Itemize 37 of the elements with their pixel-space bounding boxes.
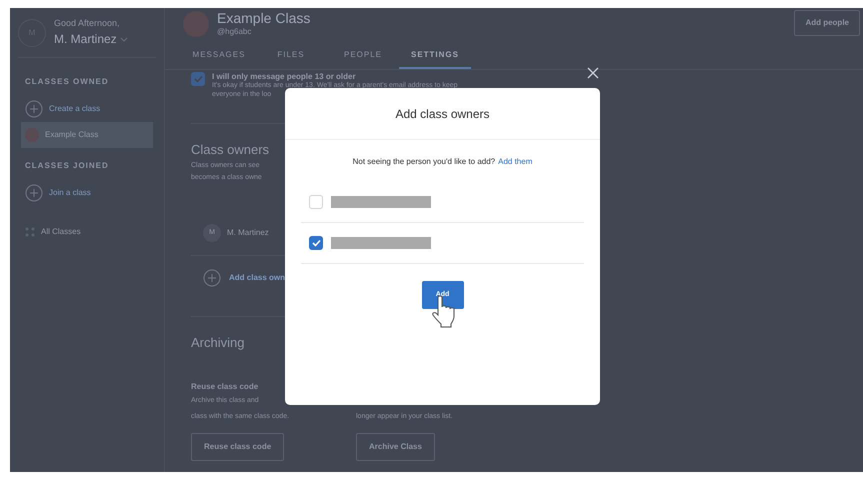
tab[interactable]: FILES	[255, 49, 327, 69]
class-code: @hg6abc	[217, 26, 252, 38]
add-owner-link[interactable]: Add class own	[229, 272, 286, 284]
class-title: Example Class	[217, 10, 310, 26]
section-heading: CLASSES JOINED	[25, 160, 110, 172]
sidebar-item[interactable]: Example Class	[21, 122, 153, 148]
close-icon[interactable]	[587, 67, 599, 79]
prompt-text: Not seeing the person you'd like to add?	[352, 156, 496, 168]
plus-circle-icon	[203, 268, 221, 286]
section-title: Class owners	[191, 141, 270, 159]
greeting-text: Good Afternoon,	[54, 16, 121, 30]
check-icon	[194, 75, 202, 83]
modal-title: Add class owners	[395, 106, 490, 122]
check-icon	[312, 239, 320, 247]
reuse-class-code-button[interactable]: Reuse class code	[191, 433, 284, 461]
checkbox[interactable]	[309, 195, 323, 209]
all-classes-link[interactable]: All Classes	[41, 226, 81, 238]
tab[interactable]: SETTINGS	[399, 49, 471, 69]
owner-name: M. Martinez	[227, 227, 269, 239]
checkbox[interactable]	[309, 236, 323, 250]
user-name[interactable]: M. Martinez	[54, 30, 117, 48]
tab[interactable]: PEOPLE	[327, 49, 399, 69]
add-them-link[interactable]: Add them	[498, 156, 532, 168]
sidebar-item[interactable]: Join a class	[21, 180, 153, 206]
archive-class-button[interactable]: Archive Class	[356, 433, 435, 461]
section-title: Archiving	[191, 334, 244, 352]
subsection-title: Reuse class code	[191, 381, 258, 393]
grid-dots-icon	[25, 227, 35, 237]
add-people-button[interactable]: Add people	[794, 10, 860, 36]
plus-circle-icon	[25, 100, 43, 118]
section-heading: CLASSES OWNED	[25, 76, 110, 88]
option-label: I will only message people 13 or older	[212, 72, 356, 81]
chevron-down-icon[interactable]	[120, 36, 128, 42]
sidebar-item[interactable]: Create a class	[21, 96, 153, 122]
plus-circle-icon	[25, 184, 43, 202]
checkbox[interactable]	[191, 72, 205, 86]
tab[interactable]: MESSAGES	[183, 49, 255, 69]
